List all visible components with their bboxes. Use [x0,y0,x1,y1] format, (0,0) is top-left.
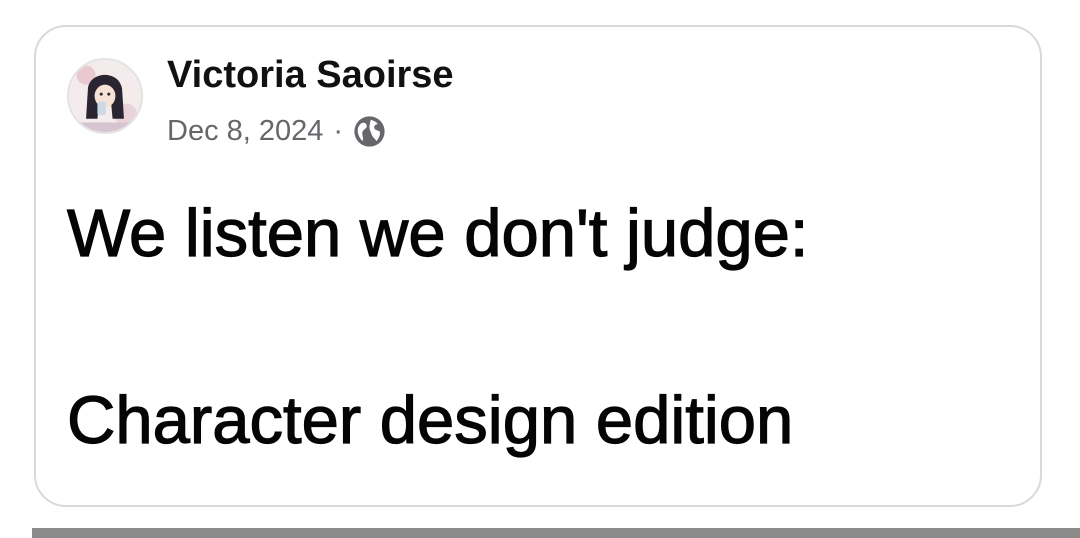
post-card[interactable]: Victoria Saoirse Dec 8, 2024 · We listen… [34,25,1042,507]
screen: Victoria Saoirse Dec 8, 2024 · We listen… [0,0,1080,538]
meta-separator: · [333,114,344,147]
post-date[interactable]: Dec 8, 2024 [167,115,323,148]
avatar[interactable] [67,58,143,134]
post-text-line-2: Character design edition [66,382,794,458]
bottom-divider [32,528,1080,538]
post-text-line-1: We listen we don't judge: [66,195,809,271]
avatar-image [69,60,141,132]
post-meta: Dec 8, 2024 · [167,111,386,151]
author-name[interactable]: Victoria Saoirse [167,51,454,99]
globe-icon[interactable] [353,115,386,148]
